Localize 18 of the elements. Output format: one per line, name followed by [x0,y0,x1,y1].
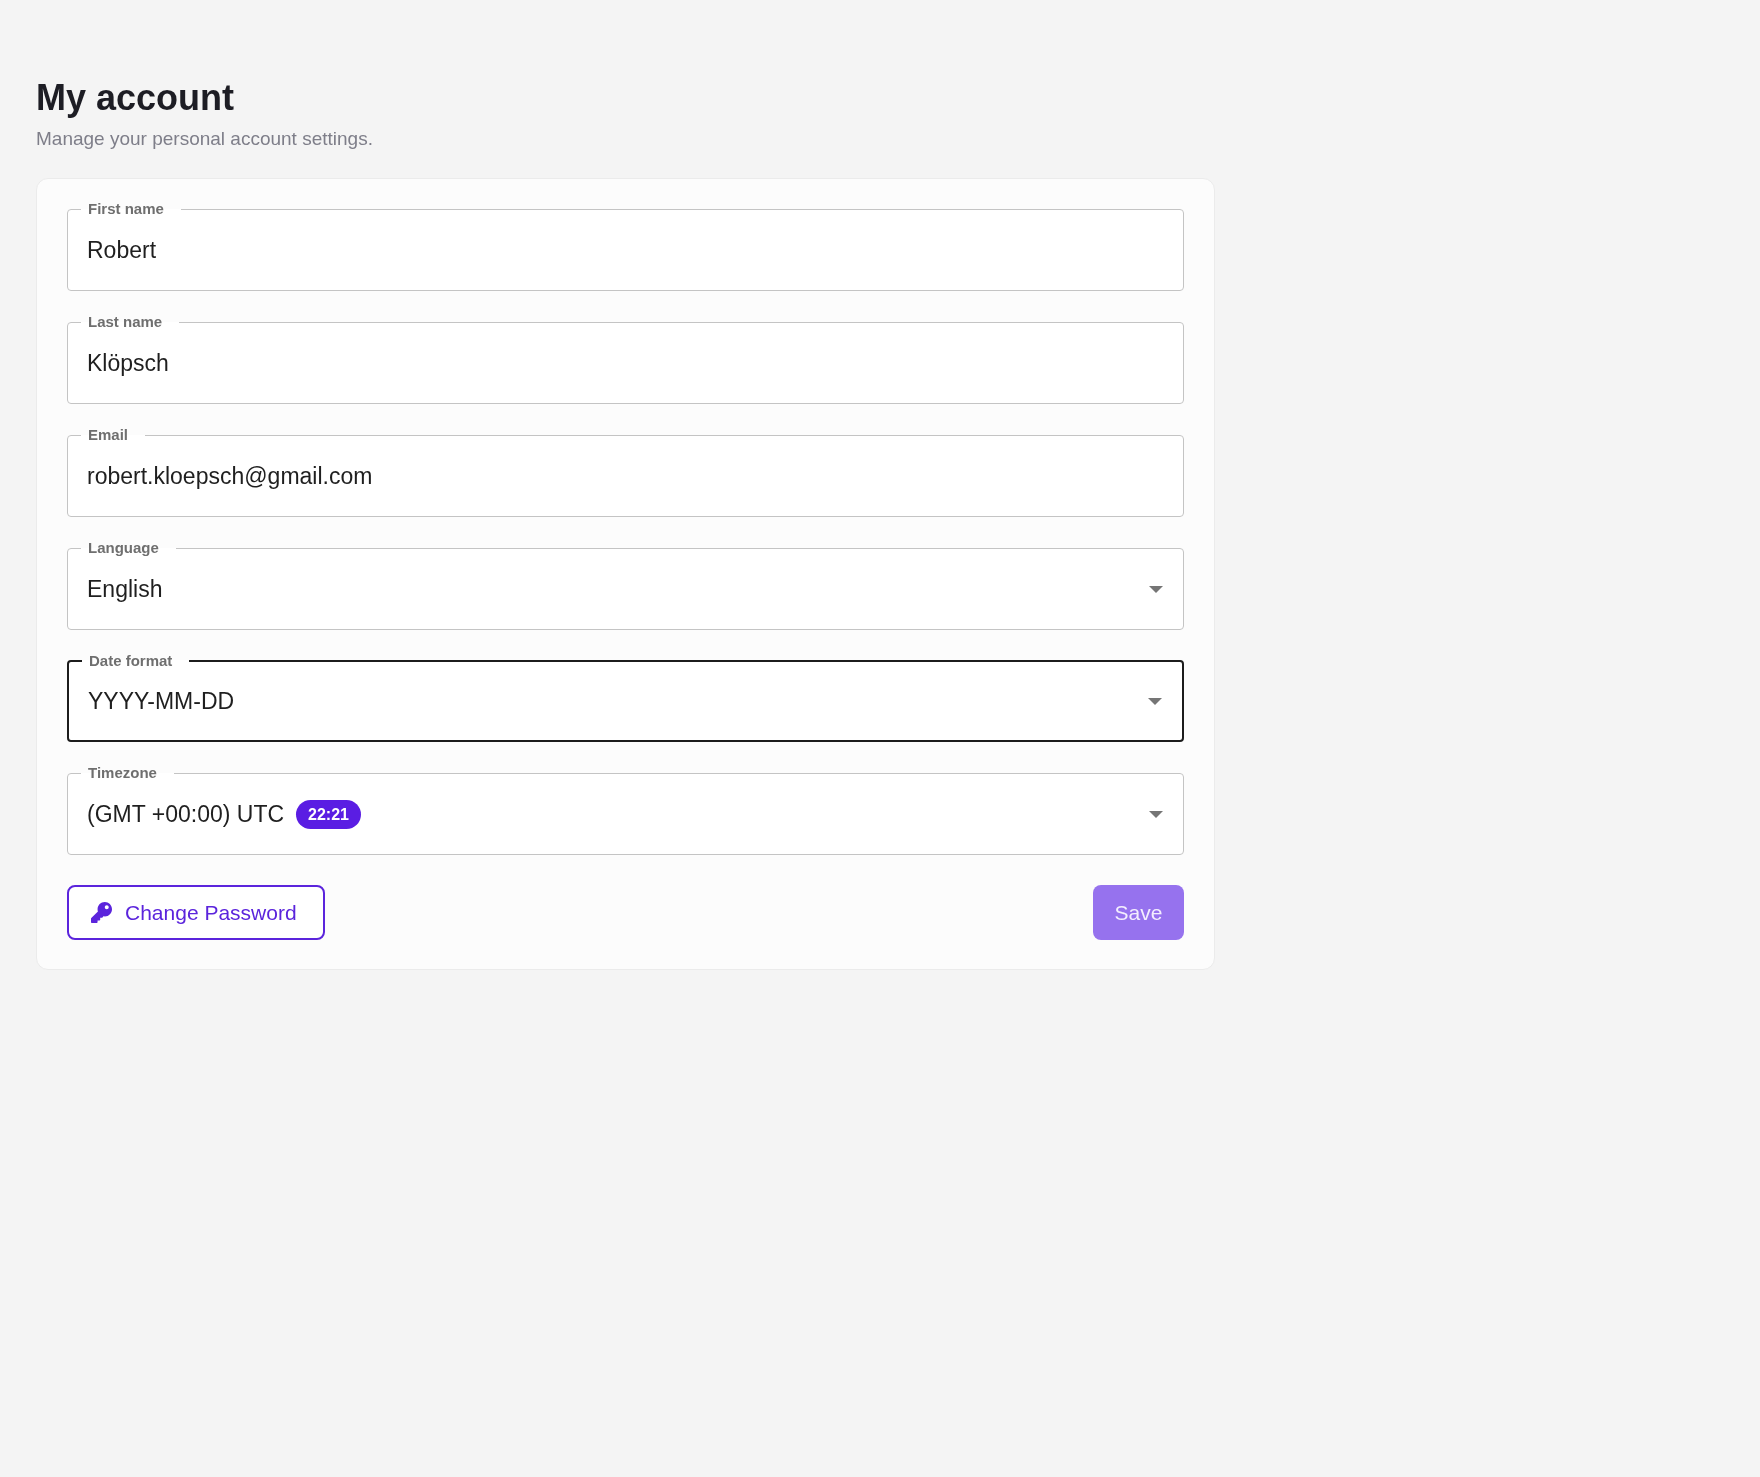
key-icon [91,902,112,923]
field-label: First name [87,200,165,218]
text-field[interactable]: Email robert.kloepsch@gmail.com [67,426,1184,517]
page-title: My account [36,76,236,120]
field-label: Timezone [87,764,158,782]
field-label: Date format [88,652,174,670]
change-password-button[interactable]: Change Password [67,885,325,940]
caret-down-icon [1149,810,1163,818]
caret-down-icon [1148,697,1162,705]
text-field[interactable]: First name Robert [67,200,1184,291]
field-label: Email [87,426,130,444]
caret-down-icon [1149,585,1163,593]
page-subtitle: Manage your personal account settings. [36,127,374,151]
select-field[interactable]: Date format YYYY-MM-DD [67,652,1184,742]
field-label: Language [87,539,160,557]
field-label: Last name [87,313,164,331]
time-badge: 22:21 [296,799,361,829]
select-field[interactable]: Timezone (GMT +00:00) UTC 22:21 [67,764,1184,855]
